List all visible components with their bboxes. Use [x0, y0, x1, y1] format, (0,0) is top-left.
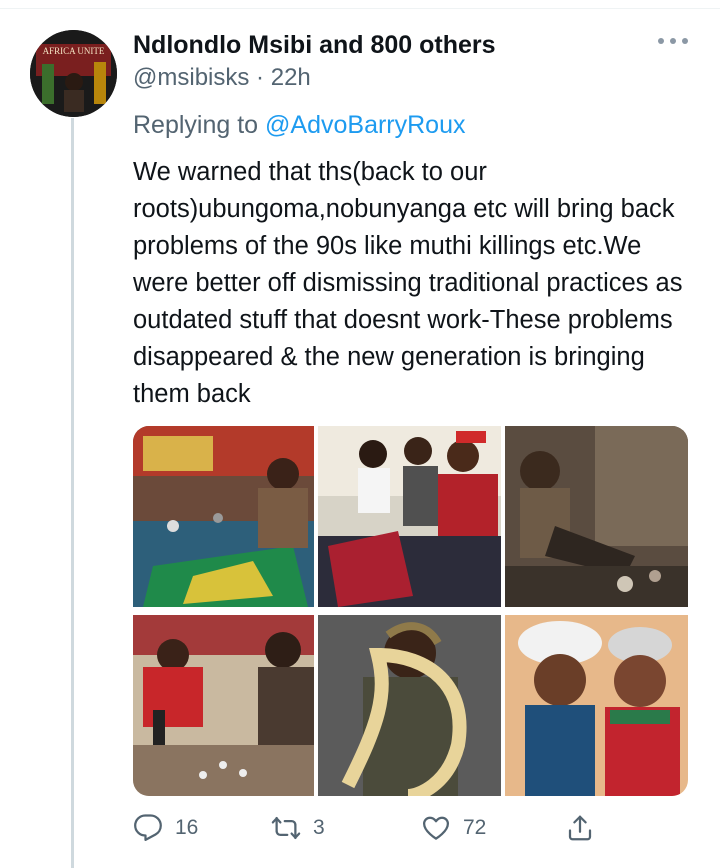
- retweet-icon: [271, 816, 301, 840]
- replying-label: Replying to: [133, 111, 259, 139]
- meta-separator: ·: [256, 64, 265, 91]
- avatar-label: AFRICA UNITE: [43, 46, 105, 56]
- top-divider: [0, 8, 720, 9]
- media-photo[interactable]: [505, 615, 688, 796]
- thread-line: [71, 118, 74, 868]
- tweet-age[interactable]: 22h: [271, 64, 311, 91]
- media-photo[interactable]: [318, 426, 501, 607]
- avatar[interactable]: AFRICA UNITE: [30, 30, 117, 117]
- author-display-name[interactable]: Ndlondlo Msibi and 800 others: [133, 28, 700, 62]
- tweet-text: We warned that ths(back to our roots)ubu…: [133, 158, 683, 408]
- media-photo[interactable]: [133, 615, 314, 796]
- reply-button[interactable]: 16: [133, 808, 198, 848]
- author-meta: @msibisks · 22h: [133, 62, 700, 94]
- replying-to: Replying to @AdvoBarryRoux: [133, 108, 465, 142]
- media-grid: [133, 426, 688, 796]
- avatar-image: AFRICA UNITE: [30, 30, 117, 117]
- share-icon: [568, 815, 592, 841]
- author-handle[interactable]: @msibisks: [133, 64, 249, 91]
- reply-icon: [134, 814, 162, 841]
- like-count: 72: [463, 816, 487, 839]
- media-photo[interactable]: [133, 426, 314, 607]
- tweet-header: Ndlondlo Msibi and 800 others @msibisks …: [133, 28, 700, 94]
- share-button[interactable]: [565, 808, 595, 848]
- media-photo[interactable]: [318, 615, 501, 796]
- tweet-actions: 16 3 72: [133, 808, 603, 848]
- like-icon: [423, 816, 449, 840]
- like-button[interactable]: 72: [421, 808, 486, 848]
- retweet-button[interactable]: 3: [271, 808, 325, 848]
- replying-to-handle[interactable]: @AdvoBarryRoux: [265, 111, 465, 139]
- retweet-count: 3: [313, 816, 325, 839]
- reply-count: 16: [175, 816, 199, 839]
- more-icon[interactable]: [658, 36, 688, 46]
- media-photo[interactable]: [505, 426, 688, 607]
